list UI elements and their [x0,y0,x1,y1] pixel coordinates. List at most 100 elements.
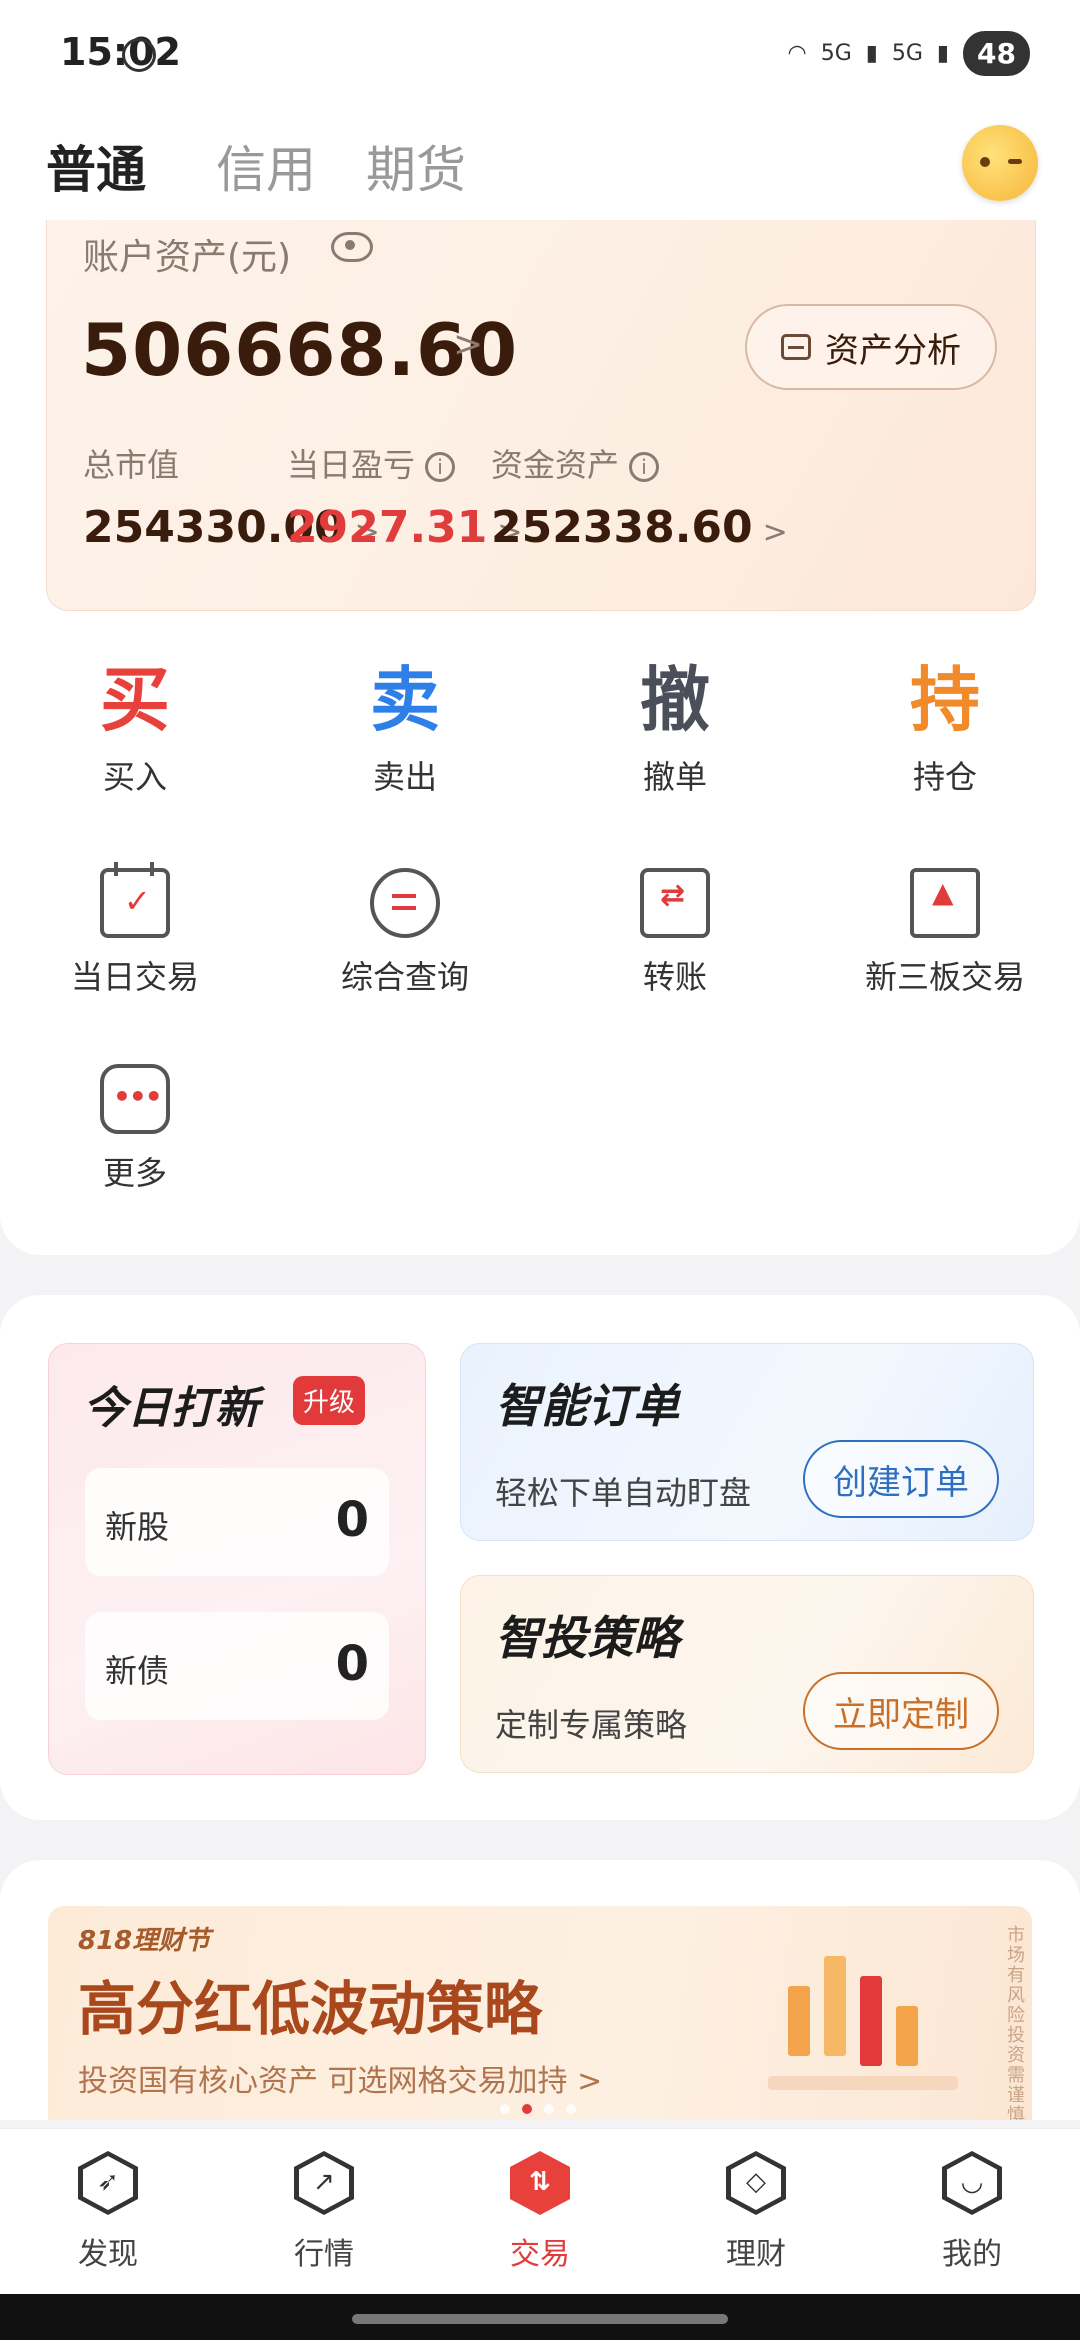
sell-glyph: 卖 [370,659,440,741]
cash-amount: 252338.60 [491,502,753,553]
carousel-dot-active [522,2104,532,2114]
new-stock-row[interactable]: 新股 0 [85,1468,389,1576]
eye-icon[interactable] [331,232,373,262]
nav-trade[interactable]: ⇅ 交易 [432,2151,648,2273]
daily-pnl[interactable]: 2927.31 > [287,502,523,553]
tab-normal[interactable]: 普通 [46,130,146,202]
asset-title: 账户资产(元) [83,237,292,278]
query-button[interactable]: 综合查询 [295,868,515,998]
asset-analysis-label: 资产分析 [825,330,961,371]
smart-strategy-subtitle: 定制专属策略 [495,1706,688,1744]
new-bond-row[interactable]: 新债 0 [85,1612,389,1720]
neeq-trade-label: 新三板交易 [864,958,1025,996]
cancel-glyph: 撤 [640,659,710,741]
nav-wealth-label: 理财 [726,2237,786,2272]
compass-icon: ➶ [78,2151,138,2215]
status-time: 15:02 [60,30,181,74]
transfer-label: 转账 [642,958,707,996]
create-order-button[interactable]: 创建订单 [803,1440,999,1518]
trade-glyph: ⇅ [529,2167,551,2197]
nav-profile-label: 我的 [942,2237,1002,2272]
daily-trades-label: 当日交易 [70,958,199,996]
more-label: 更多 [102,1154,167,1192]
cancel-order-button[interactable]: 撤 撤单 [575,660,775,798]
tab-credit[interactable]: 信用 [216,130,316,202]
nav-discover-label: 发现 [78,2237,138,2272]
buy-glyph: 买 [100,659,170,741]
cash-label-wrap: 资金资产 i [491,440,660,486]
more-button[interactable]: 更多 [25,1064,245,1194]
profile-icon: ◡ [942,2151,1002,2215]
status-icons: ◠ 5G ▮ 5G ▮ 48 [788,28,1030,78]
more-icon [100,1064,170,1134]
scan-icon [781,334,811,360]
sell-button[interactable]: 卖 卖出 [305,660,505,798]
home-indicator[interactable] [352,2314,728,2324]
network-5g-1: 5G [820,40,852,66]
smart-order-title: 智能订单 [495,1379,679,1433]
promo-panel: 818理财节 高分红低波动策略 投资国有核心资产 可选网格交易加持 > 市场有风… [0,1860,1080,2120]
daily-pnl-amount: 2927.31 [287,502,488,553]
ipo-title: 今日打新 [83,1383,259,1434]
account-type-tabs: 普通 信用 期货 [0,110,1080,220]
mascot-avatar[interactable] [962,125,1038,201]
trade-panel: 账户资产(元) 506668.60 > 资产分析 总市值 当日盈亏 i 资金资产 i… [0,220,1080,1255]
wealth-icon: ◇ [726,2151,786,2215]
location-icon [122,38,156,72]
network-5g-2: 5G [891,40,923,66]
nav-discover[interactable]: ➶ 发现 [0,2151,216,2273]
nav-wealth[interactable]: ◇ 理财 [648,2151,864,2273]
battery-indicator: 48 [963,30,1030,76]
status-bar: 15:02 ◠ 5G ▮ 5G ▮ 48 [0,0,1080,110]
cash-assets[interactable]: 252338.60 > [491,502,788,553]
bottom-nav: ➶ 发现 ↗ 行情 ⇅ 交易 ◇ 理财 ◡ 我的 [0,2128,1080,2295]
customize-now-button[interactable]: 立即定制 [803,1672,999,1750]
transfer-button[interactable]: 转账 [565,868,785,998]
nav-profile[interactable]: ◡ 我的 [864,2151,1080,2273]
trend-glyph: ↗ [313,2167,335,2197]
market-value-label: 总市值 [83,446,180,484]
info-icon[interactable]: i [629,452,660,482]
transfer-icon [640,868,710,938]
cancel-label: 撤单 [642,758,707,796]
new-bond-count: 0 [335,1636,369,1692]
board-icon [910,868,980,938]
buy-button[interactable]: 买 买入 [35,660,235,798]
nav-market-label: 行情 [294,2237,354,2272]
nav-market[interactable]: ↗ 行情 [216,2151,432,2273]
daily-trades-button[interactable]: 当日交易 [25,862,245,998]
new-stock-count: 0 [335,1492,369,1548]
new-bond-label: 新债 [105,1652,170,1690]
compass-glyph: ➶ [97,2167,119,2197]
buy-label: 买入 [102,758,167,796]
promo-banner[interactable]: 818理财节 高分红低波动策略 投资国有核心资产 可选网格交易加持 > 市场有风… [48,1906,1032,2120]
candlestick-illustration [768,1926,968,2106]
smart-order-card[interactable]: 智能订单 轻松下单自动盯盘 创建订单 [460,1343,1034,1541]
trade-icon: ⇅ [510,2151,570,2215]
carousel-dot [544,2104,554,2114]
info-icon[interactable]: i [425,452,456,482]
risk-warning: 市场有风险 投资需谨慎 [1007,1925,1025,2121]
smart-strategy-card[interactable]: 智投策略 定制专属策略 立即定制 [460,1575,1034,1773]
tab-futures[interactable]: 期货 [366,130,466,202]
banner-tag: 818理财节 [78,1926,211,1956]
asset-analysis-button[interactable]: 资产分析 [745,304,997,390]
trend-icon: ↗ [294,2151,354,2215]
calendar-check-icon [100,862,170,938]
smart-strategy-title: 智投策略 [495,1611,679,1665]
upgrade-badge[interactable]: 升级 [293,1376,366,1425]
cash-label: 资金资产 [491,446,620,484]
carousel-dot [500,2104,510,2114]
neeq-trade-button[interactable]: 新三板交易 [835,868,1055,998]
holdings-label: 持仓 [912,758,977,796]
ipo-card[interactable]: 今日打新 升级 新股 0 新债 0 [48,1343,426,1775]
carousel-dots [500,2104,576,2114]
chevron-right-icon: > [762,515,788,550]
signal-icon: ▮ [936,40,950,66]
holdings-button[interactable]: 持 持仓 [845,660,1045,798]
signal-icon: ▮ [865,40,878,66]
wealth-glyph: ◇ [746,2167,766,2197]
profile-glyph: ◡ [960,2167,984,2197]
query-label: 综合查询 [340,958,469,996]
search-query-icon [370,868,440,938]
